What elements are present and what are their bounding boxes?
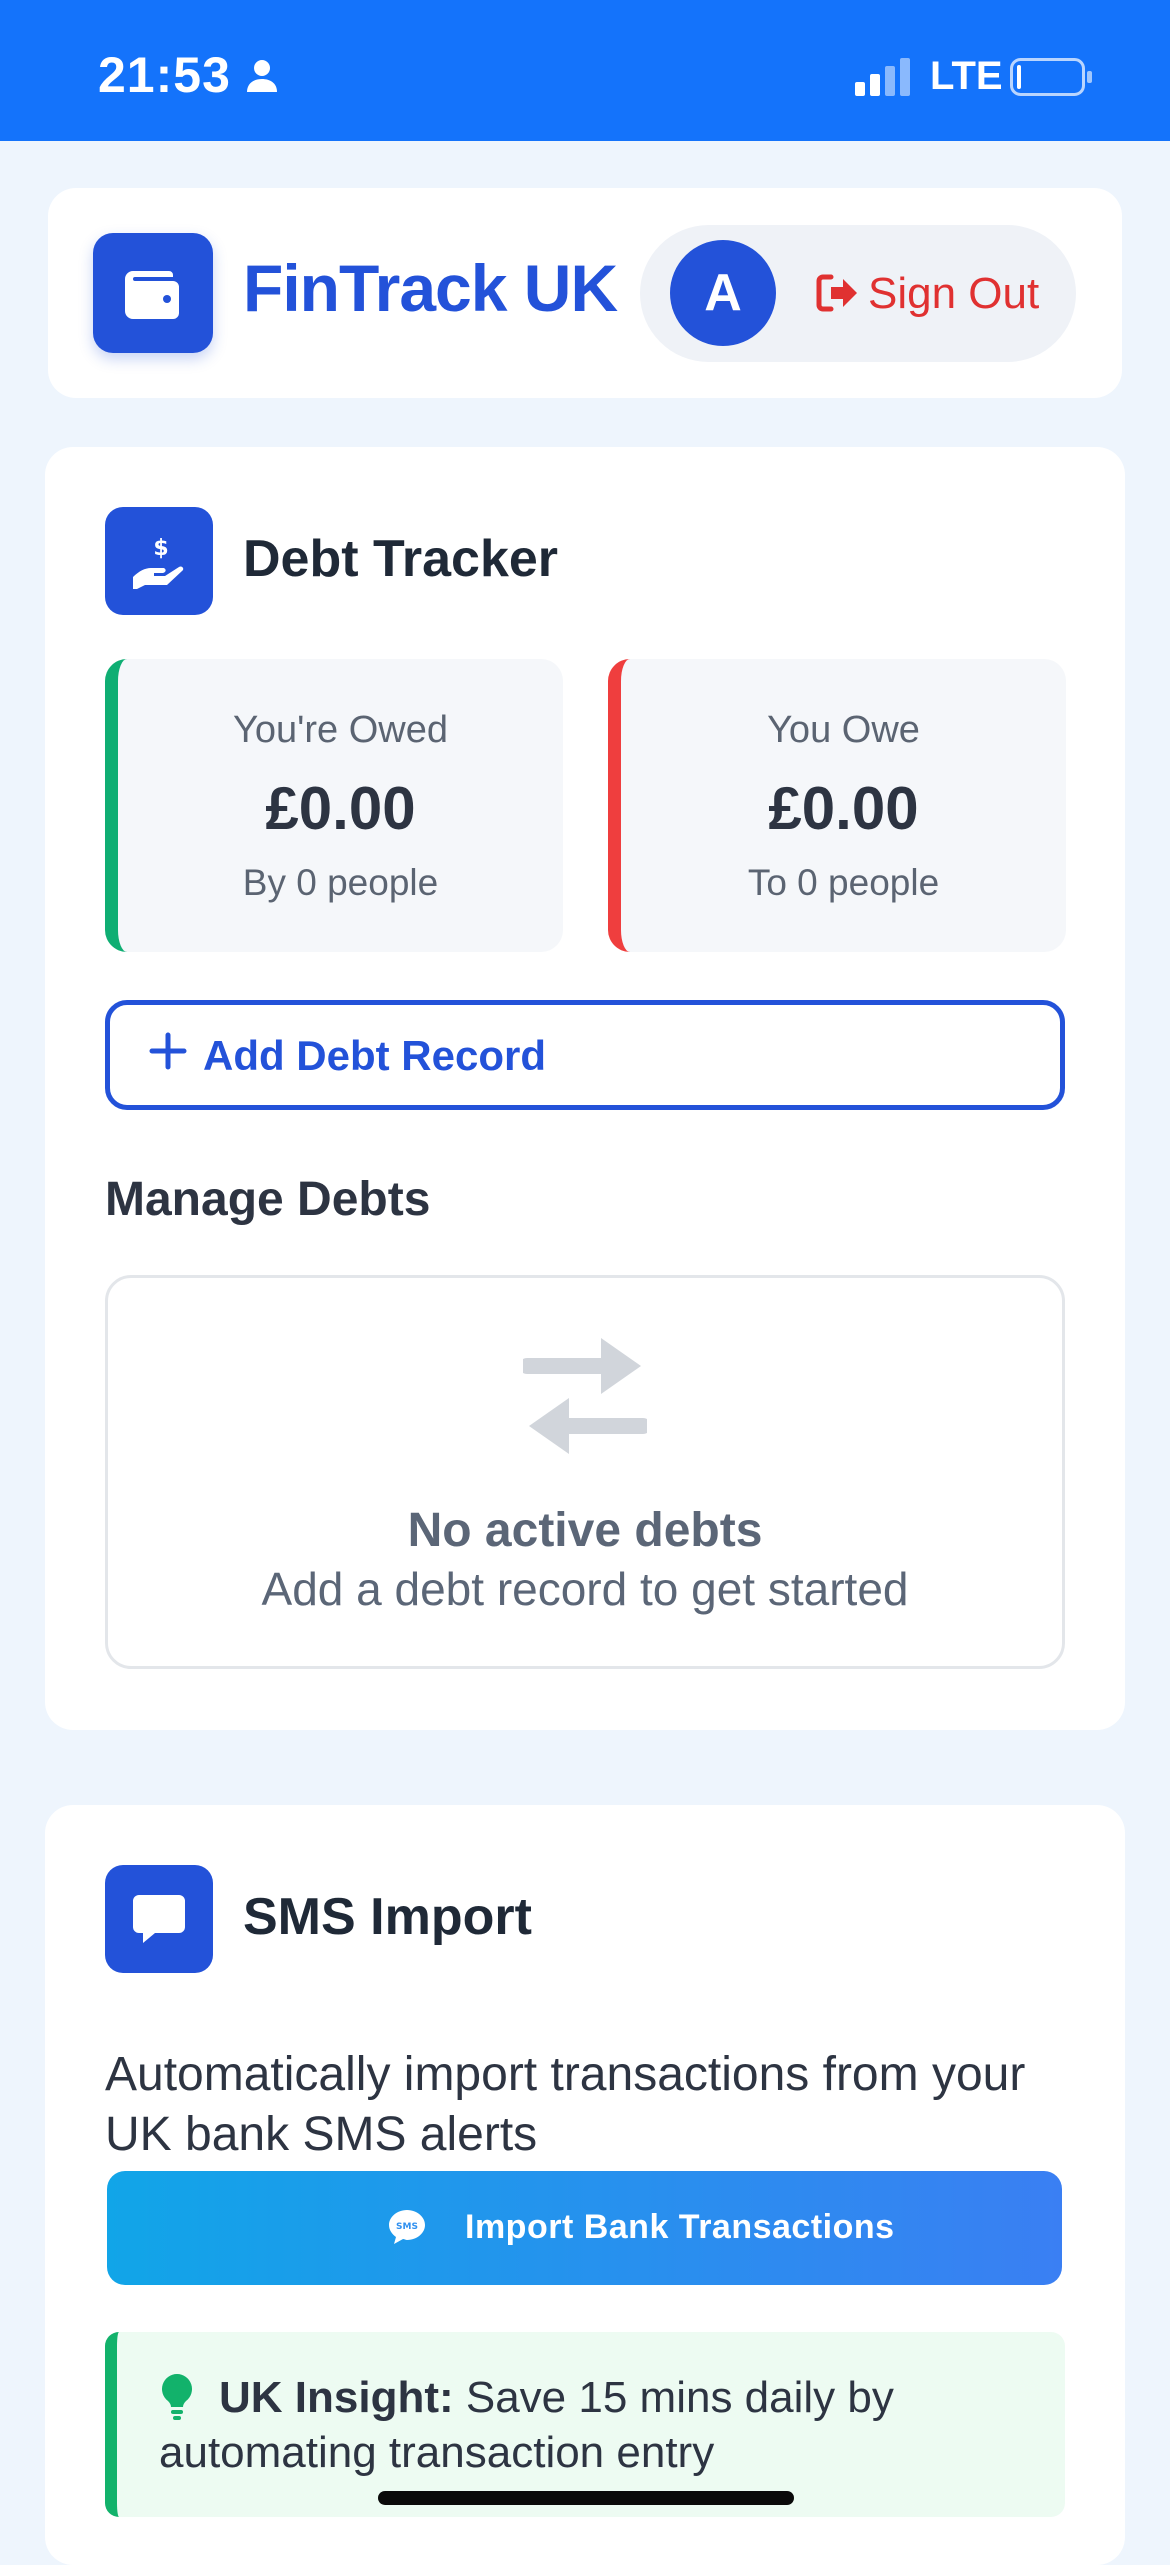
empty-title: No active debts — [407, 1504, 763, 1557]
plus-icon — [148, 1031, 188, 1076]
sms-bubble-icon: SMS — [387, 2208, 427, 2251]
header-card: FinTrack UK A Sign Out — [48, 188, 1122, 398]
section-title: SMS Import — [243, 1888, 532, 1946]
sms-import-icon-box — [105, 1865, 213, 1973]
owe-people-count: To 0 people — [747, 862, 940, 903]
owe-amount: £0.00 — [768, 775, 919, 842]
svg-text:$: $ — [153, 536, 168, 561]
uk-insight-tip: UK Insight: Save 15 mins daily by automa… — [105, 2332, 1065, 2517]
insight-text: UK Insight: Save 15 mins daily by automa… — [159, 2370, 1039, 2480]
import-button-label: Import Bank Transactions — [465, 2208, 895, 2246]
owed-label: You're Owed — [233, 709, 448, 751]
debt-tracker-card: $ Debt Tracker You're Owed £0.00 By 0 pe… — [45, 447, 1125, 1730]
home-indicator[interactable] — [378, 2491, 794, 2505]
logo — [93, 233, 213, 353]
status-bar: 21:53 LTE — [0, 0, 1170, 141]
network-label: LTE — [930, 54, 1003, 98]
exchange-arrows-icon — [519, 1336, 651, 1461]
signal-icon — [855, 58, 915, 101]
sign-out-icon — [815, 273, 859, 318]
owed-people-count: By 0 people — [242, 862, 439, 903]
app-title: FinTrack UK — [243, 251, 618, 325]
avatar[interactable]: A — [670, 240, 776, 346]
person-icon — [244, 58, 280, 99]
empty-subtitle: Add a debt record to get started — [261, 1563, 909, 1615]
sms-import-card: SMS Import Automatically import transact… — [45, 1805, 1125, 2565]
wallet-icon — [125, 271, 179, 319]
import-bank-transactions-button[interactable]: SMS Import Bank Transactions — [107, 2171, 1062, 2285]
add-debt-record-label: Add Debt Record — [203, 1032, 547, 1079]
section-title: Debt Tracker — [243, 530, 559, 588]
sign-out-label: Sign Out — [868, 269, 1040, 318]
message-icon — [133, 1895, 185, 1943]
debt-tracker-icon-box: $ — [105, 507, 213, 615]
owed-summary: You're Owed £0.00 By 0 people — [105, 659, 563, 952]
user-pill: A Sign Out — [640, 225, 1076, 362]
sms-import-description: Automatically import transactions from y… — [105, 2048, 1026, 2161]
owe-summary: You Owe £0.00 To 0 people — [608, 659, 1066, 952]
add-debt-record-button[interactable]: Add Debt Record — [105, 1000, 1065, 1110]
owed-amount: £0.00 — [265, 775, 416, 842]
manage-debts-heading: Manage Debts — [105, 1173, 431, 1226]
status-time: 21:53 — [98, 47, 231, 103]
battery-icon — [1010, 58, 1094, 101]
svg-text:SMS: SMS — [396, 2222, 418, 2232]
empty-state: No active debts Add a debt record to get… — [105, 1275, 1065, 1669]
hand-dollar-icon: $ — [133, 536, 184, 589]
owe-label: You Owe — [767, 709, 920, 751]
insight-label: UK Insight: — [219, 2373, 454, 2422]
